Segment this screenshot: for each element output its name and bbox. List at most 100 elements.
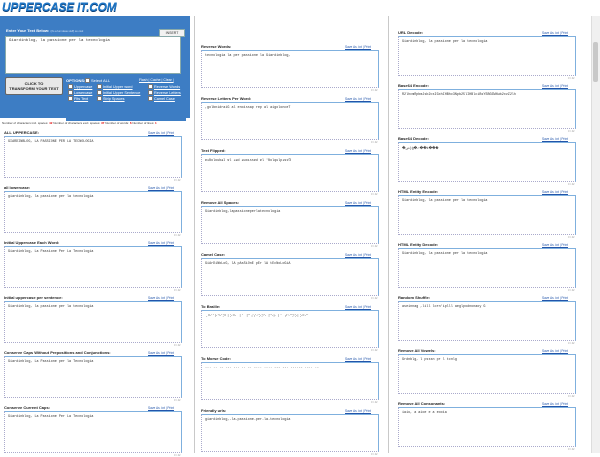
save-print-links[interactable]: Save As .txt | Print bbox=[345, 253, 371, 257]
save-print-links[interactable]: Save As .txt | Print bbox=[542, 349, 568, 353]
option-checkbox[interactable]: Initial Upper Sentence bbox=[97, 90, 140, 95]
save-print-links[interactable]: Save As .txt | Print bbox=[542, 84, 568, 88]
section-title: ALL UPPERCASE: bbox=[4, 130, 40, 135]
column-divider bbox=[194, 16, 195, 453]
option-checkbox[interactable]: Fits Text bbox=[68, 96, 88, 101]
result-textbox[interactable]: Giardinblog, la passione per la tecnolog… bbox=[398, 248, 576, 288]
option-checkbox[interactable]: Strip Spaces bbox=[97, 96, 125, 101]
checkbox-icon bbox=[68, 90, 73, 95]
save-print-links[interactable]: Save As .txt | Print bbox=[345, 357, 371, 361]
save-print-links[interactable]: Save As .txt | Print bbox=[345, 305, 371, 309]
save-print-links[interactable]: Save As .txt | Print bbox=[345, 201, 371, 205]
result-textbox[interactable]: giardinblog,-la-passione-per-la-tecnolog… bbox=[201, 414, 379, 452]
result-textbox[interactable]: Giardinblog, la passione per la tecnolog… bbox=[398, 36, 576, 76]
enter-text-label: Enter Your Text Below: (it's a fun ideas… bbox=[6, 28, 84, 33]
result-textbox[interactable]: Giardinblog, la passione per la tecnolog… bbox=[398, 195, 576, 235]
section-title: all lowercase: bbox=[4, 185, 31, 190]
save-print-links[interactable]: Save As .txt | Print bbox=[148, 131, 174, 135]
char-counter: 0 / 42 bbox=[174, 399, 181, 402]
section-title: Friendly urls: bbox=[201, 408, 227, 413]
char-counter: 0 / 42 bbox=[568, 342, 575, 345]
save-print-links[interactable]: Save As .txt | Print bbox=[542, 137, 568, 141]
save-print-links[interactable]: Save As .txt | Print bbox=[148, 351, 174, 355]
option-label: Strip Spaces bbox=[103, 96, 125, 101]
char-counter: 0 / 42 bbox=[568, 236, 575, 239]
scroll-thumb[interactable] bbox=[593, 42, 598, 82]
save-print-links[interactable]: Save As .txt | Print bbox=[345, 149, 371, 153]
save-print-links[interactable]: Save As .txt | Print bbox=[345, 45, 371, 49]
save-print-links[interactable]: Save As .txt | Print bbox=[345, 409, 371, 413]
result-textbox[interactable]: Giardinblog,lapassioneperlatecnologia bbox=[201, 206, 379, 244]
result-textbox[interactable]: Grdnblg, l psssn pr l tcnlg bbox=[398, 354, 576, 394]
result-textbox[interactable]: ⠠⠛⠊⠁⠗⠙⠊⠝⠃⠇⠕⠛⠂ ⠇⠁ ⠏⠁⠎⠎⠊⠕⠝⠑ ⠏⠑⠗ ⠇⠁ ⠞⠑⠉⠝⠕⠇⠕… bbox=[201, 310, 379, 348]
save-print-links[interactable]: Save As .txt | Print bbox=[542, 31, 568, 35]
option-checkbox[interactable]: Lowercase bbox=[68, 90, 92, 95]
section-title: Base64 Encode: bbox=[398, 83, 429, 88]
option-label: Reverse Letters bbox=[154, 90, 181, 95]
site-logo[interactable]: UPPERCASE IT.COM bbox=[2, 0, 117, 14]
option-checkbox[interactable]: Camel Case bbox=[148, 96, 175, 101]
section-title: Conserve Caps Without Prepositions and C… bbox=[4, 350, 111, 355]
section-title: Reverse Words: bbox=[201, 44, 232, 49]
char-counter: 0 / 42 bbox=[568, 130, 575, 133]
char-counter: 0 / 42 bbox=[371, 89, 378, 92]
save-print-links[interactable]: Save As .txt | Print bbox=[542, 402, 568, 406]
result-textbox[interactable]: ɐıƃoloubǝʇ ɐl ɹǝd ǝuoıssɐd ɐl 'ƃolqulpɹɐ… bbox=[201, 154, 379, 192]
section-title: Remove All Vowels: bbox=[398, 348, 436, 353]
result-textbox[interactable]: GiArDiNbLoG, lA pAsSiOnE pEr lA tEcNoLoG… bbox=[201, 258, 379, 296]
result-textbox[interactable]: R2lhcmRpbmJsb2csIGxhIHBhc3Npb25lIHBlciBs… bbox=[398, 89, 576, 129]
char-counter: 0 / 42 bbox=[371, 401, 378, 404]
option-checkbox[interactable]: Initial Upper word bbox=[97, 84, 133, 89]
save-print-links[interactable]: Save As .txt | Print bbox=[542, 296, 568, 300]
result-textbox[interactable]: tecnologia la per passione la Giardinblo… bbox=[201, 50, 379, 88]
char-counter: 0 / 42 bbox=[174, 344, 181, 347]
save-print-links[interactable]: Save As .txt | Print bbox=[148, 296, 174, 300]
option-checkbox[interactable]: Uppercase bbox=[68, 84, 92, 89]
checkbox-icon bbox=[85, 78, 90, 83]
save-print-links[interactable]: Save As .txt | Print bbox=[542, 190, 568, 194]
save-print-links[interactable]: Save As .txt | Print bbox=[148, 186, 174, 190]
char-counter: 0 / 42 bbox=[371, 193, 378, 196]
column-divider bbox=[388, 16, 389, 453]
options-panel: OPTIONS: Select ALL Flash | Cache | Clea… bbox=[66, 77, 186, 121]
result-textbox[interactable]: --. .. .- .-. -.. .. -. -... .-.. --- --… bbox=[201, 362, 379, 400]
checkbox-icon bbox=[97, 84, 102, 89]
transform-button[interactable]: CLICK TO TRANSFORM YOUR TEXT bbox=[5, 77, 63, 95]
char-counter: 0 / 42 bbox=[174, 234, 181, 237]
char-counter: 0 / 42 bbox=[371, 297, 378, 300]
section-title: Base64 Decode: bbox=[398, 136, 429, 141]
page-scrollbar[interactable] bbox=[591, 16, 600, 453]
option-checkbox[interactable]: Reverse Words bbox=[148, 84, 180, 89]
result-textbox[interactable]: GIARDINBLOG, LA PASSIONE PER LA TECNOLOG… bbox=[4, 136, 182, 178]
result-textbox[interactable]: aseinnag ,lill lorn'iplll aeglpodnonaoy … bbox=[398, 301, 576, 341]
result-textbox[interactable]: Giardinblog, La Passione per la Tecnolog… bbox=[4, 356, 182, 398]
save-print-links[interactable]: Save As .txt | Print bbox=[148, 241, 174, 245]
checkbox-icon bbox=[97, 96, 102, 101]
page-links[interactable]: Flash | Cache | Clear | bbox=[139, 78, 174, 82]
checkbox-icon bbox=[97, 90, 102, 95]
char-counter: 0 / 42 bbox=[371, 245, 378, 248]
char-counter: 0 / 42 bbox=[568, 395, 575, 398]
save-print-links[interactable]: Save As .txt | Print bbox=[345, 97, 371, 101]
char-counter: 0 / 42 bbox=[568, 289, 575, 292]
checkbox-icon bbox=[148, 96, 153, 101]
section-title: Random Shuffle: bbox=[398, 295, 430, 300]
result-textbox[interactable]: ,golbnidraiG al enoissap rep al aigolonc… bbox=[201, 102, 379, 140]
checkbox-icon bbox=[148, 84, 153, 89]
section-title: Camel Case: bbox=[201, 252, 226, 257]
result-textbox[interactable]: iaio, a aioe e a eooia bbox=[398, 407, 576, 447]
result-textbox[interactable]: �ض)ǵ�ނ��k��ޮ� bbox=[398, 142, 576, 182]
save-print-links[interactable]: Save As .txt | Print bbox=[148, 406, 174, 410]
input-panel: Enter Your Text Below: (it's a fun ideas… bbox=[0, 16, 190, 121]
main-text-input[interactable]: Giardinblog, la passione per la tecnolog… bbox=[5, 36, 181, 74]
save-print-links[interactable]: Save As .txt | Print bbox=[542, 243, 568, 247]
result-textbox[interactable]: Giardinblog, la passione per la tecnolog… bbox=[4, 301, 182, 343]
result-textbox[interactable]: Giardinblog, La Passione Per La Tecnolog… bbox=[4, 246, 182, 288]
result-textbox[interactable]: giardinblog, la passione per la tecnolog… bbox=[4, 191, 182, 233]
select-all-checkbox[interactable]: Select ALL bbox=[85, 78, 110, 83]
result-textbox[interactable]: Giardinblog, La Passione Per La Tecnolog… bbox=[4, 411, 182, 453]
option-label: Initial Upper word bbox=[103, 84, 133, 89]
option-checkbox[interactable]: Reverse Letters bbox=[148, 90, 181, 95]
char-counter: 0 / 42 bbox=[371, 453, 378, 456]
option-label: Fits Text bbox=[74, 96, 89, 101]
